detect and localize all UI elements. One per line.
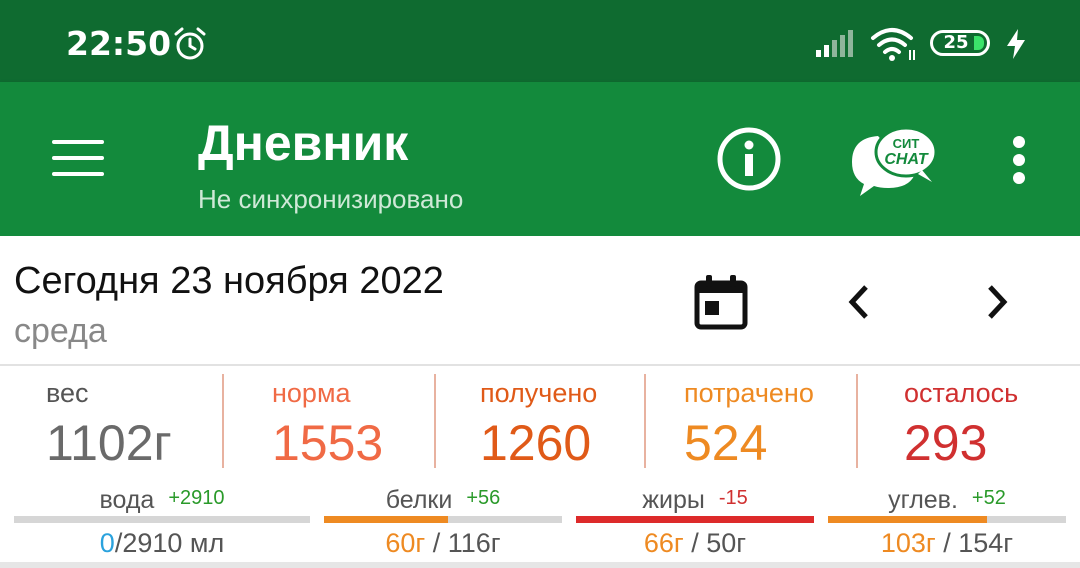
app-bar: Дневник Не синхронизировано СИТ CHAT (0, 82, 1080, 236)
macro-total: / 50г (683, 528, 747, 558)
signal-icon (816, 30, 853, 57)
page-title: Дневник (198, 115, 409, 171)
stat-label: потрачено (684, 378, 814, 408)
stat-value: 1553 (272, 415, 384, 471)
alarm-icon (174, 27, 206, 60)
progress-bar (324, 516, 562, 523)
macro-name: жиры (642, 486, 705, 514)
chat-button[interactable]: СИТ CHAT (848, 122, 940, 200)
battery-level: 25 (943, 32, 969, 53)
stat-value: 524 (684, 415, 768, 471)
macro-name: белки (385, 486, 453, 514)
current-date: Сегодня 23 ноября 2022 (14, 260, 444, 302)
macro-total: /2910 мл (114, 528, 225, 558)
sync-status: Не синхронизировано (198, 184, 464, 214)
info-button[interactable] (716, 126, 782, 192)
progress-bar (576, 516, 814, 523)
more-options-button[interactable] (1008, 136, 1030, 184)
stat-label: норма (272, 378, 351, 408)
macro-name: углев. (888, 486, 958, 514)
separator (222, 374, 224, 468)
separator (434, 374, 436, 468)
macro-water[interactable]: вода +2910 0/2910 мл (14, 476, 310, 568)
calendar-button[interactable] (694, 274, 748, 330)
menu-button[interactable] (52, 140, 104, 176)
status-time: 22:50 (66, 24, 172, 63)
wifi-icon (871, 28, 915, 61)
macro-total: / 154г (935, 528, 1014, 558)
battery-icon: 25 (930, 30, 990, 56)
stat-value: 293 (904, 415, 988, 471)
chat-logo-bottom: CHAT (884, 151, 928, 168)
separator (644, 374, 646, 468)
next-day-button[interactable] (980, 282, 1014, 322)
macro-total: / 116г (425, 528, 501, 558)
macro-current: 60г (385, 528, 426, 558)
stat-label: вес (46, 378, 89, 408)
stat-label: получено (480, 378, 598, 408)
macro-fat[interactable]: жиры -15 66г / 50г (576, 476, 814, 568)
stat-label: осталось (904, 378, 1019, 408)
macro-delta: +52 (971, 487, 1006, 509)
macro-name: вода (99, 486, 155, 514)
macro-nutrients: вода +2910 0/2910 мл белки +56 60г / 116г … (0, 476, 1080, 568)
macro-protein[interactable]: белки +56 60г / 116г (324, 476, 562, 568)
current-weekday: среда (14, 312, 107, 350)
macro-current: 0 (99, 528, 115, 558)
status-bar: 22:50 25 (0, 0, 1080, 82)
menu-icon (52, 140, 104, 144)
progress-bar (828, 516, 1066, 523)
progress-bar (14, 516, 310, 523)
stat-value: 1260 (480, 415, 592, 471)
date-header: Сегодня 23 ноября 2022 среда (0, 236, 1080, 364)
stat-value: 1102г (46, 415, 172, 471)
macro-delta: +2910 (168, 487, 225, 509)
macro-current: 103г (880, 528, 936, 558)
macro-current: 66г (643, 528, 684, 558)
separator (856, 374, 858, 468)
macro-delta: -15 (718, 487, 748, 509)
charging-icon (1007, 29, 1025, 59)
calorie-stats: вес 1102г норма 1553 получено 1260 потра… (0, 366, 1080, 476)
divider (0, 562, 1080, 568)
previous-day-button[interactable] (842, 282, 876, 322)
macro-carbs[interactable]: углев. +52 103г / 154г (828, 476, 1066, 568)
macro-delta: +56 (466, 487, 501, 509)
more-vert-icon (1013, 136, 1025, 148)
chat-logo-top: СИТ (893, 136, 920, 151)
